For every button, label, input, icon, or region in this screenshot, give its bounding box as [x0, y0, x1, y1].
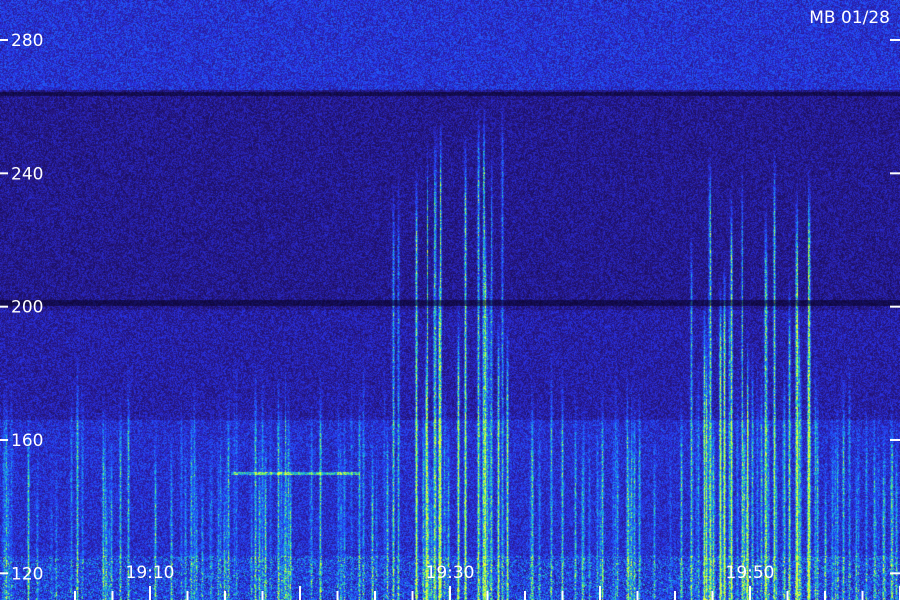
x-tick-label-19-10: 19:10	[126, 563, 175, 583]
y-tick-label-280: 280	[11, 31, 43, 51]
x-axis: 19:10 19:30 19:50	[74, 563, 900, 600]
spectrogram-chart: MB 01/28 120 160 200 240 280 19:10 19:30 19:50	[0, 0, 900, 600]
chart-overlay: MB 01/28 120 160 200 240 280 19:10 19:30 19:50	[0, 8, 900, 600]
chart-title: MB 01/28	[809, 8, 890, 28]
y-tick-label-160: 160	[11, 431, 43, 451]
y-axis: 120 160 200 240 280	[0, 31, 900, 584]
x-tick-label-19-50: 19:50	[726, 563, 775, 583]
y-tick-label-240: 240	[11, 164, 43, 184]
y-tick-label-200: 200	[11, 298, 43, 318]
y-tick-label-120: 120	[11, 564, 43, 584]
x-tick-label-19-30: 19:30	[426, 563, 475, 583]
